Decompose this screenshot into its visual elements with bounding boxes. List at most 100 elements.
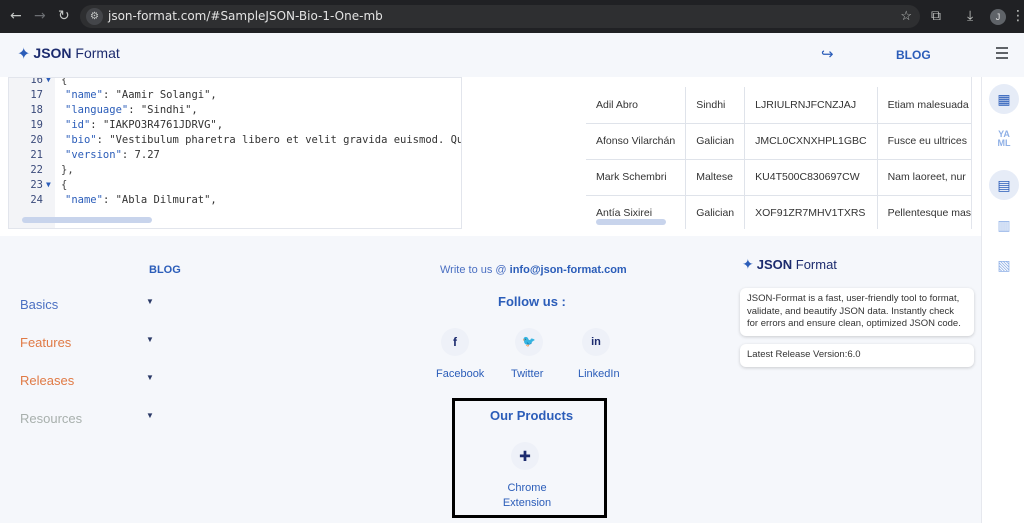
table-cell[interactable]: Maltese [685, 159, 746, 196]
json-key: "id" [65, 119, 91, 131]
twitter-link[interactable]: Twitter [511, 368, 543, 380]
table-cell[interactable]: XOF91ZR7MHV1TXRS [744, 195, 878, 229]
address-bar[interactable]: ⚙ json-format.com/#SampleJSON-Bio-1-One-… [80, 5, 920, 28]
json-logo-icon: ✦ [17, 46, 31, 63]
json-editor[interactable]: 16 ▼{17 "name": "Aamir Solangi", 18 "languag… [8, 77, 462, 229]
our-products-heading: Our Products [490, 408, 574, 423]
table-cell[interactable]: Fusce eu ultrices [877, 123, 971, 160]
footer-logo-bold: JSON [756, 257, 793, 272]
site-footer: BLOG Basics ▼ Features ▼ Releases ▼ Reso… [0, 236, 981, 523]
table-cell[interactable]: Nam laoreet, nur [877, 159, 971, 196]
table-row[interactable]: Mark Schembri Maltese KU4T500C830697CW Nam … [586, 159, 971, 196]
line-number: 19 [30, 119, 43, 131]
browser-toolbar: ← → ↻ ⚙ json-format.com/#SampleJSON-Bio-… [0, 0, 1024, 33]
linkedin-link[interactable]: LinkedIn [578, 368, 620, 380]
line-number: 20 [30, 134, 43, 146]
line-number: 21 [30, 149, 43, 161]
table-cell[interactable]: Pellentesque mas [877, 195, 971, 229]
table-cell[interactable]: Afonso Vilarchán [586, 123, 687, 160]
puzzle-piece-icon[interactable]: ✚ [511, 442, 539, 470]
footer-blog-heading[interactable]: BLOG [149, 264, 181, 276]
xml-file-icon[interactable]: ▤ [989, 170, 1019, 200]
write-prefix: Write to us @ [440, 264, 510, 276]
code-text: "bio": "Vestibulum pharetra libero et ve… [65, 134, 461, 146]
json-key: "name" [65, 194, 103, 206]
json-value: : "Aamir Solangi", [102, 89, 217, 101]
table-cell[interactable]: Galician [685, 123, 746, 160]
chevron-down-icon[interactable]: ▼ [146, 411, 154, 420]
footer-logo[interactable]: ✦ JSON Format [742, 256, 837, 273]
share-icon[interactable]: ↪ [821, 45, 834, 63]
text-file-icon[interactable]: ▧ [989, 250, 1019, 280]
forward-arrow-icon[interactable]: → [34, 8, 46, 24]
our-products-box: Our Products ✚ Chrome Extension [452, 398, 607, 518]
fold-toggle-icon[interactable]: ▼ [46, 180, 51, 189]
download-icon[interactable]: ⤓ [967, 8, 973, 24]
chrome-extension-link[interactable]: Chrome Extension [495, 481, 559, 511]
json-logo-icon: ✦ [742, 256, 754, 272]
csv-file-icon[interactable]: ▥ [989, 210, 1019, 240]
yaml-view-button[interactable]: YA ML [989, 124, 1019, 154]
json-table-view[interactable]: Adil Abro Sindhi LJRIULRNJFCNZJAJ Etiam mal… [586, 77, 972, 229]
logo-bold-text: JSON [33, 45, 72, 61]
latest-release-version: Latest Release Version:6.0 [747, 349, 861, 360]
table-cell[interactable]: Sindhi [685, 87, 746, 124]
fold-toggle-icon[interactable]: ▼ [46, 78, 51, 84]
editor-horizontal-scrollbar[interactable] [8, 216, 448, 224]
line-number: 22 [30, 164, 43, 176]
extensions-icon[interactable]: ⧉ [931, 8, 941, 24]
table-cell[interactable]: Etiam malesuada [877, 87, 971, 124]
logo-text: Format [71, 45, 120, 61]
twitter-icon[interactable]: 🐦 [515, 328, 543, 356]
about-description: JSON-Format is a fast, user-friendly too… [747, 293, 961, 329]
back-arrow-icon[interactable]: ← [10, 8, 22, 24]
table-horizontal-scrollbar[interactable] [596, 219, 666, 225]
hamburger-menu-icon[interactable] [996, 47, 1008, 62]
table-cell[interactable]: LJRIULRNJFCNZJAJ [744, 87, 878, 124]
contact-email-link[interactable]: info@json-format.com [510, 264, 627, 276]
profile-avatar[interactable]: J [990, 9, 1006, 25]
line-number: 24 [30, 194, 43, 206]
about-card: JSON-Format is a fast, user-friendly too… [740, 288, 974, 336]
json-key: "language" [65, 104, 129, 116]
facebook-icon[interactable]: f [441, 328, 469, 356]
json-value: : "Abla Dilmurat", [102, 194, 217, 206]
table-cell[interactable]: JMCL0CXNXHPL1GBC [744, 123, 878, 160]
code-text: "name": "Abla Dilmurat", [65, 194, 217, 206]
site-logo[interactable]: ✦ JSON Format [17, 44, 120, 64]
table-row[interactable]: Adil Abro Sindhi LJRIULRNJFCNZJAJ Etiam mal… [586, 87, 971, 124]
category-features[interactable]: Features [20, 335, 71, 350]
data-table: Adil Abro Sindhi LJRIULRNJFCNZJAJ Etiam mal… [586, 87, 971, 229]
url-text[interactable]: json-format.com/#SampleJSON-Bio-1-One-mb [108, 9, 383, 23]
json-value: : "Sindhi", [128, 104, 198, 116]
chevron-down-icon[interactable]: ▼ [146, 335, 154, 344]
footer-logo-text: Format [792, 257, 837, 272]
linkedin-icon[interactable]: in [582, 328, 610, 356]
category-basics[interactable]: Basics [20, 297, 58, 312]
table-cell[interactable]: Galician [685, 195, 746, 229]
browser-menu-icon[interactable]: ⋮ [1011, 8, 1024, 24]
chevron-down-icon[interactable]: ▼ [146, 297, 154, 306]
line-number: 18 [30, 104, 43, 116]
json-key: "bio" [65, 134, 97, 146]
table-cell[interactable]: Mark Schembri [586, 159, 687, 196]
header-blog-link[interactable]: BLOG [896, 48, 931, 62]
reload-icon[interactable]: ↻ [58, 8, 70, 24]
table-row[interactable]: Afonso Vilarchán Galician JMCL0CXNXHPL1GBC… [586, 123, 971, 160]
table-cell[interactable]: KU4T500C830697CW [744, 159, 878, 196]
json-value: : 7.27 [121, 149, 160, 161]
follow-us-heading: Follow us : [498, 294, 566, 309]
table-view-icon[interactable]: ▦ [989, 84, 1019, 114]
json-value: : "IAKPO3R4761JDRVG", [90, 119, 224, 131]
bookmark-star-icon[interactable]: ☆ [900, 8, 912, 24]
table-cell[interactable]: Adil Abro [586, 87, 687, 124]
yaml-label-bottom: ML [997, 138, 1011, 148]
code-text: { [61, 179, 68, 191]
category-releases[interactable]: Releases [20, 373, 74, 388]
category-resources[interactable]: Resources [20, 411, 82, 426]
json-key: "name" [65, 89, 103, 101]
scrollbar-thumb[interactable] [22, 217, 152, 223]
facebook-link[interactable]: Facebook [436, 368, 484, 380]
chevron-down-icon[interactable]: ▼ [146, 373, 154, 382]
site-settings-icon[interactable]: ⚙ [86, 8, 103, 25]
